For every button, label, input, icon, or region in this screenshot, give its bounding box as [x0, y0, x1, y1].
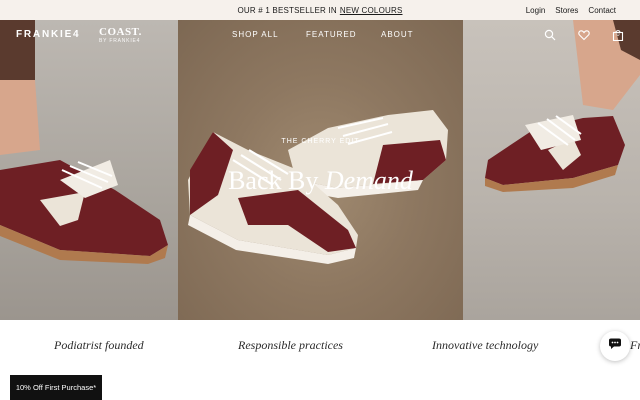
promo-tab[interactable]: 10% Off First Purchase*: [10, 375, 102, 400]
usp-partial: Fr: [630, 338, 640, 352]
hero-headline-plain: Back By: [228, 166, 319, 195]
contact-link[interactable]: Contact: [588, 6, 616, 15]
stores-link[interactable]: Stores: [555, 6, 578, 15]
nav-item-featured[interactable]: FEATURED: [306, 30, 357, 39]
announcement-text: OUR # 1 BESTSELLER IN: [237, 5, 337, 15]
heart-icon[interactable]: [578, 28, 590, 41]
usp-responsible: Responsible practices: [238, 338, 343, 352]
chat-icon: [608, 337, 622, 355]
hero-eyebrow: THE CHERRY EDIT: [281, 138, 360, 145]
usp-technology: Innovative technology: [432, 338, 539, 352]
nav-item-shop-all[interactable]: SHOP ALL: [232, 30, 279, 39]
login-link[interactable]: Login: [526, 6, 546, 15]
announcement-link[interactable]: NEW COLOURS: [340, 6, 403, 15]
usp-strip: Podiatrist founded Responsible practices…: [0, 320, 640, 370]
header-icons: 0: [544, 28, 624, 42]
hero-headline: Back By Demand: [178, 166, 463, 196]
chat-button[interactable]: [600, 331, 630, 361]
bag-icon[interactable]: 0: [612, 28, 624, 42]
utility-links: Login Stores Contact: [526, 0, 616, 20]
cart-count: 0: [616, 32, 620, 38]
hero-headline-italic: Demand: [324, 166, 413, 195]
nav-item-about[interactable]: ABOUT: [381, 30, 414, 39]
usp-podiatrist: Podiatrist founded: [54, 338, 144, 352]
hero-image-left: [0, 20, 178, 320]
search-icon[interactable]: [544, 28, 556, 41]
hero-image-right: [463, 20, 640, 320]
